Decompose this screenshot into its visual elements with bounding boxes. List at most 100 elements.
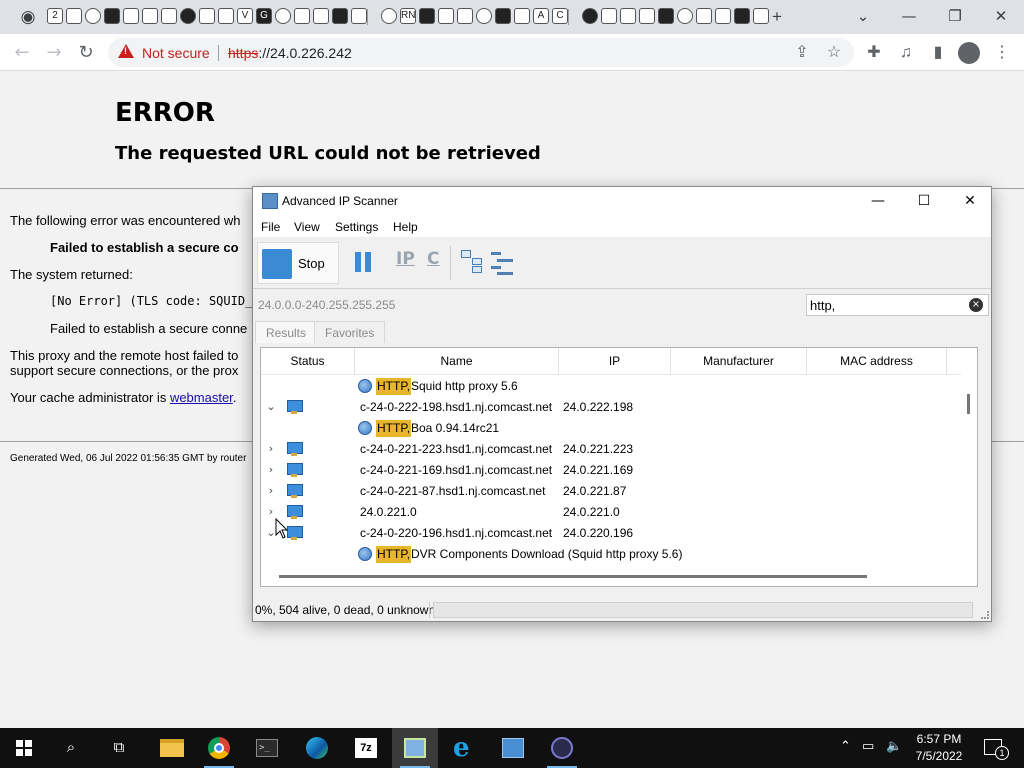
search-input[interactable]: http, × bbox=[806, 294, 989, 316]
tab-favicon[interactable]: A bbox=[533, 8, 549, 24]
menu-help[interactable]: Help bbox=[393, 220, 418, 234]
host-row[interactable]: › 24.0.221.0 24.0.221.0 bbox=[261, 502, 961, 523]
tab-favicon[interactable] bbox=[734, 8, 750, 24]
tab-favicon[interactable] bbox=[332, 8, 348, 24]
tab-favicon[interactable] bbox=[582, 8, 598, 24]
scanner-maximize-icon[interactable]: ☐ bbox=[901, 187, 947, 215]
tab-favicon[interactable] bbox=[601, 8, 617, 24]
tab-favicon[interactable] bbox=[199, 8, 215, 24]
tab-favicon[interactable] bbox=[104, 8, 120, 24]
taskbar-terminal[interactable]: >_ bbox=[244, 728, 290, 768]
profile-avatar[interactable] bbox=[958, 42, 980, 64]
tab-favicon[interactable] bbox=[123, 8, 139, 24]
host-row[interactable]: › c-24-0-221-223.hsd1.nj.comcast.net 24.0.… bbox=[261, 439, 961, 460]
show-hidden-icons-icon[interactable]: ⌃ bbox=[840, 739, 851, 754]
collapse-chevron-icon[interactable]: ⌄ bbox=[265, 399, 277, 415]
tab-favicon[interactable] bbox=[514, 8, 530, 24]
column-header-name[interactable]: Name bbox=[355, 348, 559, 374]
column-header-status[interactable]: Status bbox=[261, 348, 355, 374]
tab-favicon[interactable] bbox=[476, 8, 492, 24]
tab-favicon[interactable] bbox=[381, 8, 397, 24]
service-row[interactable]: HTTP, Boa 0.94.14rc21 bbox=[261, 418, 961, 439]
expand-chevron-icon[interactable]: › bbox=[265, 462, 277, 478]
tab-favicon[interactable] bbox=[419, 8, 435, 24]
tab-favicon[interactable] bbox=[85, 8, 101, 24]
clear-search-icon[interactable]: × bbox=[969, 298, 983, 312]
resize-grip[interactable] bbox=[981, 611, 989, 619]
column-header-ip[interactable]: IP bbox=[559, 348, 671, 374]
clock-time[interactable]: 6:57 PM bbox=[904, 732, 974, 746]
tab-list-chevron-icon[interactable]: ⌄ bbox=[840, 0, 886, 34]
column-header-manufacturer[interactable]: Manufacturer bbox=[671, 348, 807, 374]
tab-favicon[interactable] bbox=[66, 8, 82, 24]
tab-favicon[interactable]: 2 bbox=[47, 8, 63, 24]
tab-favicon[interactable] bbox=[218, 8, 234, 24]
pause-icon[interactable] bbox=[355, 252, 371, 272]
host-row[interactable]: ⌄ c-24-0-222-198.hsd1.nj.comcast.net 24.0.… bbox=[261, 397, 961, 418]
vertical-scrollbar[interactable] bbox=[961, 348, 977, 586]
tab-favicon[interactable] bbox=[275, 8, 291, 24]
forward-icon[interactable]: → bbox=[41, 40, 67, 66]
host-row[interactable]: › c-24-0-221-87.hsd1.nj.comcast.net 24.0.2… bbox=[261, 481, 961, 502]
tab-favicon[interactable]: G bbox=[256, 8, 272, 24]
vertical-scroll-thumb[interactable] bbox=[967, 394, 970, 414]
taskbar-internet-explorer[interactable]: e bbox=[441, 728, 487, 768]
taskbar-obs[interactable] bbox=[539, 728, 585, 768]
tab-favicon[interactable] bbox=[313, 8, 329, 24]
restore-icon[interactable]: ❐ bbox=[932, 0, 978, 34]
clock-date[interactable]: 7/5/2022 bbox=[904, 749, 974, 763]
back-icon[interactable]: ← bbox=[9, 40, 35, 66]
menu-settings[interactable]: Settings bbox=[335, 220, 378, 234]
search-button[interactable]: ⌕ bbox=[48, 728, 94, 768]
ip-range-input[interactable]: 24.0.0.0-240.255.255.255 bbox=[258, 298, 395, 312]
tab-favicon[interactable] bbox=[180, 8, 196, 24]
horizontal-scroll-thumb[interactable] bbox=[279, 575, 867, 578]
warning-icon[interactable] bbox=[118, 44, 134, 58]
expand-chevron-icon[interactable]: › bbox=[265, 483, 277, 499]
webmaster-link[interactable]: webmaster bbox=[170, 390, 233, 405]
tab-favicon[interactable] bbox=[161, 8, 177, 24]
volume-icon[interactable]: 🔈 bbox=[886, 739, 902, 754]
tab-favorites[interactable]: Favorites bbox=[314, 321, 386, 343]
service-row[interactable]: HTTP, DVR Components Download (Squid http… bbox=[261, 544, 961, 565]
reload-icon[interactable]: ↻ bbox=[73, 40, 99, 66]
column-header-mac[interactable]: MAC address bbox=[807, 348, 947, 374]
taskbar-chrome[interactable] bbox=[196, 728, 242, 768]
menu-kebab-icon[interactable]: ⋮ bbox=[990, 41, 1014, 65]
tab-favicon[interactable] bbox=[639, 8, 655, 24]
tab-favicon[interactable]: RN bbox=[400, 8, 416, 24]
taskbar-advanced-ip-scanner[interactable] bbox=[392, 728, 438, 768]
security-label[interactable]: Not secure bbox=[142, 45, 210, 61]
task-view-button[interactable]: ⧉ bbox=[96, 728, 142, 768]
host-row[interactable]: › c-24-0-221-169.hsd1.nj.comcast.net 24.0.… bbox=[261, 460, 961, 481]
tab-favicon[interactable] bbox=[438, 8, 454, 24]
tab-favicon[interactable] bbox=[620, 8, 636, 24]
tab-favicon[interactable]: V bbox=[237, 8, 253, 24]
taskbar-7zip[interactable]: 7z bbox=[343, 728, 389, 768]
service-row[interactable]: HTTP, Squid http proxy 5.6 bbox=[261, 376, 961, 397]
url-text[interactable]: https://24.0.226.242 bbox=[228, 45, 352, 61]
class-c-button[interactable]: C bbox=[427, 249, 439, 269]
taskbar-file-explorer[interactable] bbox=[148, 728, 194, 768]
tab-favicon[interactable] bbox=[142, 8, 158, 24]
stop-button[interactable]: Stop bbox=[257, 242, 339, 284]
network-icon[interactable]: ▭ bbox=[862, 739, 874, 754]
tab-favicon[interactable] bbox=[696, 8, 712, 24]
host-row[interactable]: ⌄ c-24-0-220-196.hsd1.nj.comcast.net 24.0.… bbox=[261, 523, 961, 544]
bookmark-star-icon[interactable]: ☆ bbox=[822, 41, 846, 65]
close-icon[interactable]: ✕ bbox=[978, 0, 1024, 34]
ip-range-button[interactable]: IP bbox=[396, 249, 415, 269]
expand-all-icon[interactable] bbox=[461, 250, 485, 274]
tab-favicon[interactable] bbox=[351, 8, 367, 24]
taskbar-edge[interactable] bbox=[294, 728, 340, 768]
tab-favicon[interactable] bbox=[495, 8, 511, 24]
extensions-icon[interactable]: ✚ bbox=[862, 41, 886, 65]
new-tab-button[interactable]: + bbox=[766, 6, 788, 28]
tab-results[interactable]: Results bbox=[255, 321, 318, 343]
tab-favicon[interactable] bbox=[715, 8, 731, 24]
minimize-icon[interactable]: — bbox=[886, 0, 932, 34]
notification-icon[interactable]: 1 bbox=[984, 739, 1009, 760]
scanner-titlebar[interactable]: Advanced IP Scanner — ☐ ✕ bbox=[253, 187, 991, 215]
tab-search-icon[interactable]: ◉ bbox=[17, 6, 39, 28]
tab-favicon[interactable] bbox=[658, 8, 674, 24]
